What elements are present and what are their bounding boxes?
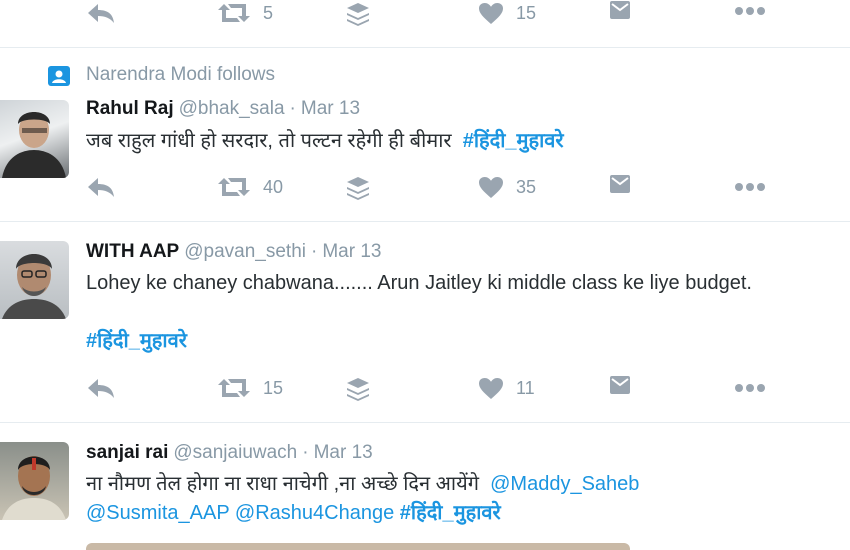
tweet-body: Lohey ke chaney chabwana....... Arun Jai… xyxy=(86,272,752,294)
hashtag-link[interactable]: #हिंदी_मुहावरे xyxy=(463,130,564,152)
tweet-date[interactable]: Mar 13 xyxy=(322,241,381,262)
tweet-header: WITH AAP @pavan_sethi · Mar 13 xyxy=(86,241,381,263)
envelope-icon xyxy=(610,376,630,394)
moments-button[interactable] xyxy=(346,176,370,200)
divider xyxy=(0,47,850,48)
tweet-text-line2: @Susmita_AAP @Rashu4Change #हिंदी_मुहावर… xyxy=(86,499,501,527)
layers-icon xyxy=(347,378,369,401)
more-icon xyxy=(735,384,765,392)
retweet-button[interactable]: 40 xyxy=(217,176,283,198)
retweet-icon xyxy=(218,4,250,22)
envelope-icon xyxy=(610,1,630,19)
tweet-body: जब राहुल गांधी हो सरदार, तो पल्टन रहेगी … xyxy=(86,130,452,152)
tweet-date[interactable]: Mar 13 xyxy=(314,442,373,463)
heart-icon xyxy=(479,378,503,399)
reply-icon xyxy=(88,4,114,23)
more-icon xyxy=(735,7,765,15)
divider xyxy=(0,221,850,222)
display-name[interactable]: Rahul Raj xyxy=(86,98,174,119)
more-button[interactable] xyxy=(734,182,766,192)
divider xyxy=(0,422,850,423)
heart-icon xyxy=(479,177,503,198)
retweet-count: 40 xyxy=(263,176,284,197)
hashtag-link[interactable]: #हिंदी_मुहावरे xyxy=(400,502,501,524)
envelope-icon xyxy=(610,175,630,193)
avatar[interactable] xyxy=(0,241,69,319)
layers-icon xyxy=(347,3,369,26)
tweet-date[interactable]: Mar 13 xyxy=(301,98,360,119)
user-handle[interactable]: @bhak_sala xyxy=(179,98,285,119)
dm-button[interactable] xyxy=(609,0,631,20)
reply-button[interactable] xyxy=(86,2,116,24)
like-count: 35 xyxy=(516,176,537,197)
reply-button[interactable] xyxy=(86,377,116,399)
user-handle[interactable]: @pavan_sethi xyxy=(184,241,306,262)
tweet-header: sanjai rai @sanjaiuwach · Mar 13 xyxy=(86,442,373,464)
tweet-text: ना नौमण तेल होगा ना राधा नाचेगी ,ना अच्छ… xyxy=(86,470,639,498)
display-name[interactable]: WITH AAP xyxy=(86,241,179,262)
dm-button[interactable] xyxy=(609,174,631,194)
retweet-icon xyxy=(218,379,250,397)
follow-context-icon xyxy=(48,66,70,91)
retweet-count: 5 xyxy=(263,2,274,23)
display-name[interactable]: sanjai rai xyxy=(86,442,168,463)
hashtag-link[interactable]: #हिंदी_मुहावरे xyxy=(86,330,187,352)
media-preview[interactable] xyxy=(86,543,630,550)
retweet-button[interactable]: 5 xyxy=(217,2,273,24)
user-handle[interactable]: @sanjaiuwach xyxy=(173,442,297,463)
retweet-button[interactable]: 15 xyxy=(217,377,283,399)
like-button[interactable]: 35 xyxy=(478,176,536,198)
tweet-header: Rahul Raj @bhak_sala · Mar 13 xyxy=(86,98,360,120)
reply-icon xyxy=(88,379,114,398)
moments-button[interactable] xyxy=(346,377,370,401)
separator-dot: · xyxy=(302,442,309,463)
like-button[interactable]: 11 xyxy=(478,377,535,399)
mention-link[interactable]: @Susmita_AAP xyxy=(86,502,229,524)
more-button[interactable] xyxy=(734,6,766,16)
tweet-text: जब राहुल गांधी हो सरदार, तो पल्टन रहेगी … xyxy=(86,127,564,155)
separator-dot: · xyxy=(311,241,318,262)
dm-button[interactable] xyxy=(609,375,631,395)
reply-icon xyxy=(88,178,114,197)
separator-dot: · xyxy=(289,98,296,119)
tweet-text: #हिंदी_मुहावरे xyxy=(86,327,187,355)
like-count: 15 xyxy=(516,2,537,23)
heart-icon xyxy=(479,3,503,24)
social-context: Narendra Modi follows xyxy=(86,64,276,85)
avatar[interactable] xyxy=(0,100,69,178)
mention-link[interactable]: @Rashu4Change xyxy=(235,502,394,524)
mention-link[interactable]: @Maddy_Saheb xyxy=(490,473,639,495)
tweet-body: ना नौमण तेल होगा ना राधा नाचेगी ,ना अच्छ… xyxy=(86,473,479,495)
retweet-count: 15 xyxy=(263,377,284,398)
reply-button[interactable] xyxy=(86,176,116,198)
retweet-icon xyxy=(218,178,250,196)
avatar[interactable] xyxy=(0,442,69,520)
like-button[interactable]: 15 xyxy=(478,2,536,24)
like-count: 11 xyxy=(516,377,535,398)
more-icon xyxy=(735,183,765,191)
more-button[interactable] xyxy=(734,383,766,393)
moments-button[interactable] xyxy=(346,2,370,26)
layers-icon xyxy=(347,177,369,200)
